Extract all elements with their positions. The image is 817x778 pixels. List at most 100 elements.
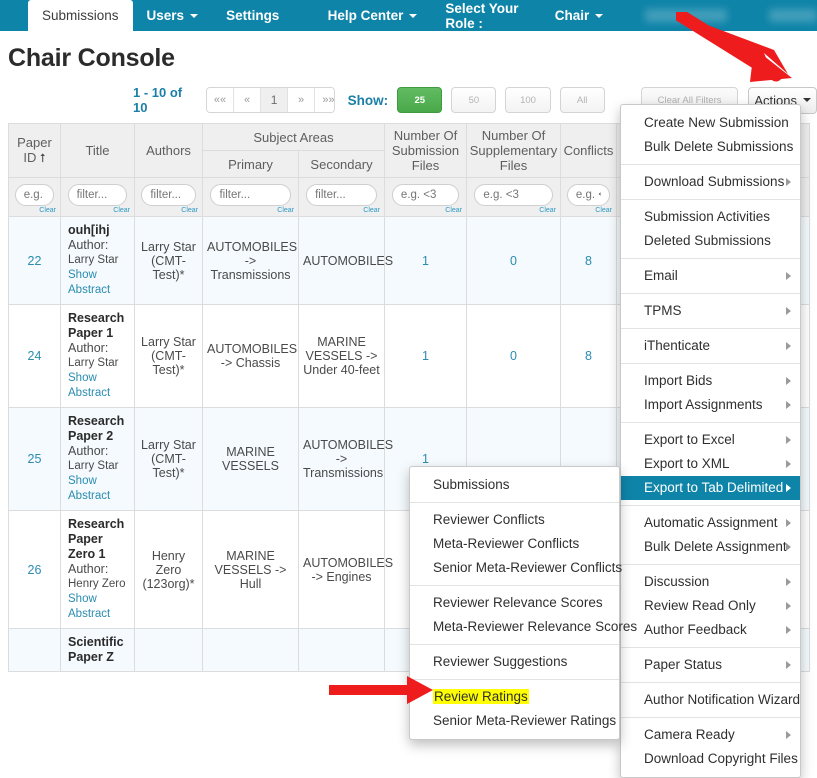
actions-menu-item-ithenticate[interactable]: iThenticate [621,334,800,358]
export-submenu-item-senior-meta-reviewer-ratings[interactable]: Senior Meta-Reviewer Ratings [410,709,619,733]
tab-help-center[interactable]: Help Center [314,0,432,31]
cell-paper-id[interactable]: 24 [8,304,61,408]
clear-filter-num-submission-files[interactable]: Clear [389,207,462,214]
actions-menu-item-automatic-assignment[interactable]: Automatic Assignment [621,511,800,535]
submission-title[interactable]: Research Paper Zero 1 [68,517,130,562]
export-submenu-item-meta-reviewer-conflicts[interactable]: Meta-Reviewer Conflicts [410,532,619,556]
clear-filter-num-supplementary-files[interactable]: Clear [471,207,556,214]
actions-menu-item-export-to-tab-delimited[interactable]: Export to Tab Delimited [621,476,800,500]
actions-menu-item-submission-activities[interactable]: Submission Activities [621,205,800,229]
col-authors[interactable]: Authors [134,123,203,178]
actions-menu-item-bulk-delete-submissions[interactable]: Bulk Delete Submissions [621,135,800,159]
record-count: 1 - 10 of 10 [133,85,183,115]
cell-paper-id[interactable]: 25 [8,407,61,511]
show-abstract-link[interactable]: Show Abstract [68,268,130,298]
actions-menu-item-export-to-excel[interactable]: Export to Excel [621,428,800,452]
tab-help-center-label: Help Center [327,8,404,23]
export-submenu-item-review-ratings[interactable]: Review Ratings [410,685,619,709]
clear-filter-conflicts[interactable]: Clear [565,207,612,214]
filter-input-title[interactable] [67,184,128,206]
show-abstract-link[interactable]: Show Abstract [68,371,130,401]
pager-next[interactable]: » [288,88,316,112]
actions-menu-item-tpms[interactable]: TPMS [621,299,800,323]
cell-paper-id[interactable] [8,628,61,672]
cell-num-submission-files[interactable]: 1 [384,304,467,408]
actions-menu-item-author-notification-wizard[interactable]: Author Notification Wizard [621,688,800,712]
pager-first[interactable]: «« [207,88,235,112]
submission-title[interactable]: ouh[ihj [68,223,130,238]
actions-menu-item-camera-ready[interactable]: Camera Ready [621,723,800,747]
export-submenu-item-reviewer-suggestions[interactable]: Reviewer Suggestions [410,650,619,674]
submission-title[interactable]: Research Paper 1 [68,311,130,341]
actions-menu-item-create-new-submission[interactable]: Create New Submission [621,111,800,135]
page-size-all[interactable]: All [559,87,605,113]
clear-filter-authors[interactable]: Clear [139,207,198,214]
filter-input-num-submission-files[interactable] [391,184,460,206]
actions-menu-item-review-read-only[interactable]: Review Read Only [621,594,800,618]
menu-item-label: Reviewer Suggestions [433,654,568,669]
filter-input-primary[interactable] [210,184,291,206]
actions-menu-item-download-copyright-files[interactable]: Download Copyright Files [621,747,800,771]
pager-prev[interactable]: « [234,88,262,112]
pagination-control[interactable]: «« « 1 » »» [206,87,335,113]
clear-filter-secondary[interactable]: Clear [303,207,380,214]
col-num-submission-files[interactable]: Number Of Submission Files [384,123,467,178]
cell-num-submission-files[interactable]: 1 [384,216,467,305]
filter-input-conflicts[interactable] [566,184,611,206]
pager-last[interactable]: »» [315,88,334,112]
col-primary[interactable]: Primary [202,150,299,178]
filter-input-paper-id[interactable] [14,184,55,206]
cell-paper-id[interactable]: 22 [8,216,61,305]
show-abstract-link[interactable]: Show Abstract [68,474,130,504]
actions-menu-item-import-bids[interactable]: Import Bids [621,369,800,393]
export-submenu-item-meta-reviewer-relevance-scores[interactable]: Meta-Reviewer Relevance Scores [410,615,637,639]
submission-title[interactable]: Scientific Paper Z [68,635,130,665]
cell-num-supplementary-files[interactable]: 0 [466,304,561,408]
cell-paper-id[interactable]: 26 [8,510,61,629]
menu-item-label: Paper Status [644,657,723,672]
actions-menu-item-author-feedback[interactable]: Author Feedback [621,618,800,642]
col-num-supplementary-files[interactable]: Number Of Supplementary Files [466,123,561,178]
actions-menu-item-email[interactable]: Email [621,264,800,288]
role-selector-value[interactable]: Chair [541,0,618,31]
col-title[interactable]: Title [60,123,135,178]
page-size-50[interactable]: 50 [451,87,497,113]
actions-menu-item-import-assignments[interactable]: Import Assignments [621,393,800,417]
clear-filter-paper-id[interactable]: Clear [13,207,56,214]
clear-filter-title[interactable]: Clear [65,207,130,214]
export-submenu-item-reviewer-relevance-scores[interactable]: Reviewer Relevance Scores [410,591,619,615]
author-name: Larry Star [68,460,119,472]
author-name: Henry Zero [68,578,126,590]
export-submenu-item-submissions[interactable]: Submissions [410,473,619,497]
filter-input-secondary[interactable] [306,184,377,206]
show-abstract-link[interactable]: Show Abstract [68,592,130,622]
tab-settings[interactable]: Settings [212,0,293,31]
filter-input-authors[interactable] [141,184,196,206]
filter-input-num-supplementary-files[interactable] [474,184,553,206]
tab-users[interactable]: Users [133,0,213,31]
col-paper-id[interactable]: Paper ID ⭡ [8,123,61,178]
actions-menu-item-deleted-submissions[interactable]: Deleted Submissions [621,229,800,253]
tab-submissions[interactable]: Submissions [28,0,133,31]
chevron-down-icon [595,13,604,18]
actions-menu-item-paper-status[interactable]: Paper Status [621,653,800,677]
col-conflicts[interactable]: Conflicts [560,123,617,178]
actions-menu-item-discussion[interactable]: Discussion [621,570,800,594]
cell-conflicts[interactable]: 8 [560,304,617,408]
export-submenu-item-reviewer-conflicts[interactable]: Reviewer Conflicts [410,508,619,532]
page-size-100[interactable]: 100 [505,87,551,113]
col-secondary[interactable]: Secondary [298,150,385,178]
export-submenu-item-senior-meta-reviewer-conflicts[interactable]: Senior Meta-Reviewer Conflicts [410,556,622,580]
page-size-25[interactable]: 25 [397,87,443,113]
actions-menu-item-bulk-delete-assignment[interactable]: Bulk Delete Assignment [621,535,800,559]
actions-menu-item-export-to-xml[interactable]: Export to XML [621,452,800,476]
cell-conflicts[interactable]: 8 [560,216,617,305]
cell-authors [134,628,203,672]
clear-filter-primary[interactable]: Clear [207,207,294,214]
cell-title: Research Paper 2 Author: Larry Star Show… [60,407,135,511]
submission-title[interactable]: Research Paper 2 [68,414,130,444]
pager-page-1[interactable]: 1 [261,88,289,112]
menu-item-label: Reviewer Conflicts [433,512,545,527]
actions-menu-item-download-submissions[interactable]: Download Submissions [621,170,800,194]
cell-num-supplementary-files[interactable]: 0 [466,216,561,305]
